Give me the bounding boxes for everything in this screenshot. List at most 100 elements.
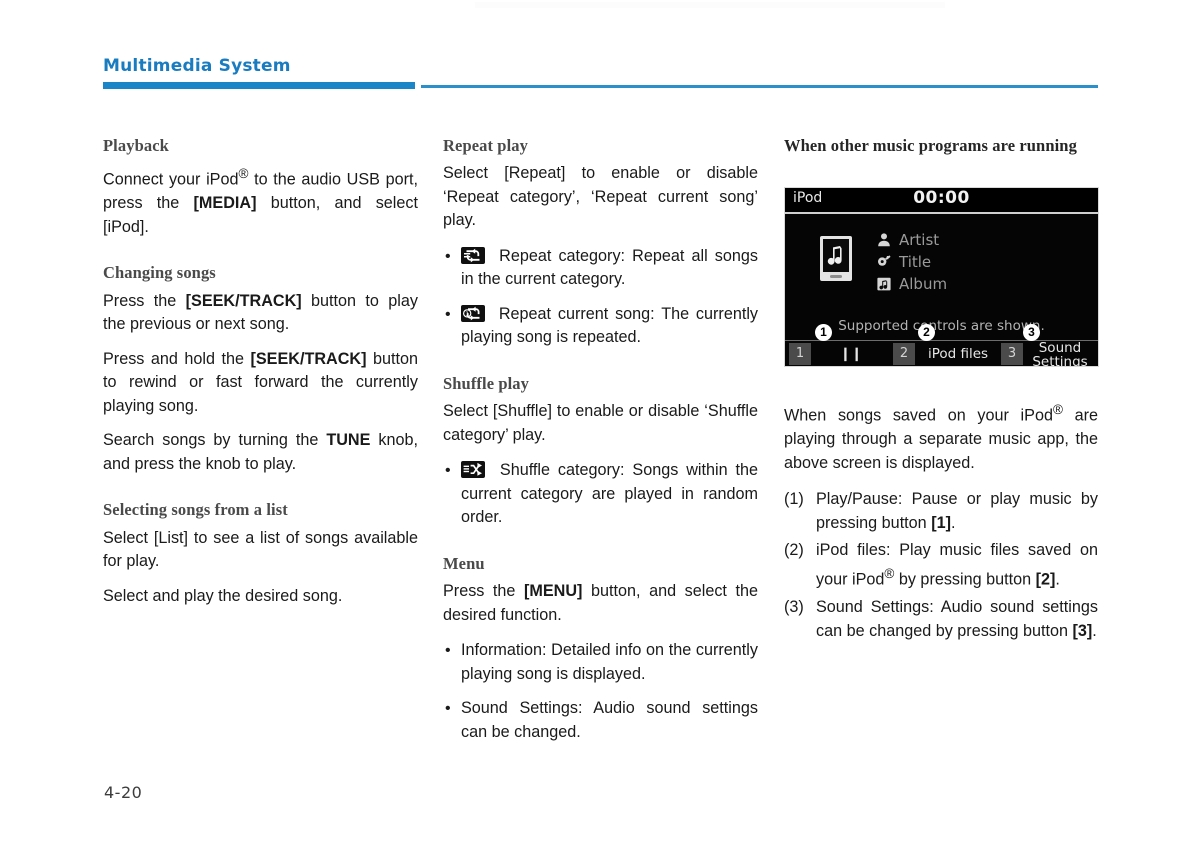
callout-marker-2: 2 xyxy=(918,324,935,341)
heading-other-music-programs: When other music programs are running xyxy=(784,136,1077,155)
list-item: • 1 Repeat current song: The currently p… xyxy=(443,303,758,350)
metadata-label-title: Title xyxy=(899,253,932,271)
metadata-row-album: Album xyxy=(873,273,1083,295)
page-header: Multimedia System xyxy=(103,56,1098,90)
album-art-placeholder-icon xyxy=(819,235,853,282)
shuffle-bullet-list: • Shuffle category: Songs within the cur… xyxy=(443,459,758,530)
registered-mark: ® xyxy=(238,166,249,182)
list-item: • Shuffle category: Songs within the cur… xyxy=(443,459,758,530)
list-item: • Sound Settings: Audio sound settings c… xyxy=(443,697,758,744)
cs2-a: Press and hold the xyxy=(103,349,251,368)
list-item: (2) iPod files: Play music files saved o… xyxy=(784,538,1098,591)
bullet-dot: • xyxy=(445,305,451,323)
list-item: (1) Play/Pause: Pause or play music by p… xyxy=(784,487,1098,535)
paragraph-changing-songs-3: Search songs by turning the TUNE knob, a… xyxy=(103,429,418,476)
item-number-3: (3) xyxy=(784,597,804,616)
numbered-control-list: (1) Play/Pause: Pause or play music by p… xyxy=(784,487,1098,642)
metadata-row-title: Title xyxy=(873,251,1083,273)
seek-track-ref-2: [SEEK/TRACK] xyxy=(250,349,367,368)
callout-marker-1: 1 xyxy=(815,324,832,341)
item-text-3-b: . xyxy=(1092,621,1097,640)
track-metadata-list: Artist Title Album xyxy=(873,229,1083,295)
repeat-one-text: Repeat current song: The currently playi… xyxy=(461,304,759,347)
button-ref-2: [2] xyxy=(1035,570,1056,589)
registered-mark: ® xyxy=(884,566,895,582)
media-button-ref: [MEDIA] xyxy=(193,194,257,213)
item-text-2-b: by pressing button xyxy=(894,570,1036,589)
item-number-1: (1) xyxy=(784,490,804,509)
item-text-3-a: Sound Settings: Audio sound settings can… xyxy=(816,597,1098,640)
chapter-title: Multimedia System xyxy=(103,56,291,76)
heading-changing-songs: Changing songs xyxy=(103,263,216,283)
list-item: (3) Sound Settings: Audio sound settings… xyxy=(784,595,1098,643)
page-number: 4-20 xyxy=(104,783,143,802)
registered-mark: ® xyxy=(1052,402,1063,418)
heading-menu: Menu xyxy=(443,553,485,573)
paragraph-changing-songs-1: Press the [SEEK/TRACK] button to play th… xyxy=(103,290,418,337)
toolbar-key-3[interactable]: 3 xyxy=(1001,343,1023,365)
intro-a: When songs saved on your iPod xyxy=(784,406,1053,425)
tune-knob-ref: TUNE xyxy=(326,431,371,450)
paragraph-changing-songs-2: Press and hold the [SEEK/TRACK] button t… xyxy=(103,348,418,419)
page-top-scan-band xyxy=(475,2,945,8)
bullet-dot: • xyxy=(445,247,451,265)
paragraph-menu-intro: Press the [MENU] button, and select the … xyxy=(443,580,758,627)
menu-item-sound-settings: Sound Settings: Audio sound settings can… xyxy=(461,699,758,741)
screen-body: Artist Title Album Supported controls ar… xyxy=(785,214,1098,366)
header-rule-thin xyxy=(421,85,1098,88)
heading-repeat-play: Repeat play xyxy=(443,136,528,155)
menu-item-information: Information: Detailed info on the curren… xyxy=(461,641,758,683)
repeat-category-text: Repeat category: Repeat all songs in the… xyxy=(461,246,758,289)
menu-button-ref: [MENU] xyxy=(524,582,583,601)
menu-intro-a: Press the xyxy=(443,582,524,601)
toolbar-sound-settings-button[interactable]: Sound Settings xyxy=(1025,339,1095,366)
head-unit-screen: iPod 00:00 Artist Title Album Supported … xyxy=(784,187,1099,367)
heading-shuffle-play: Shuffle play xyxy=(443,373,530,393)
paragraph-shuffle-intro: Select [Shuffle] to enable or disable ‘S… xyxy=(443,402,758,444)
paragraph-selecting-songs-2: Select and play the desired song. xyxy=(103,586,343,605)
toolbar-key-1[interactable]: 1 xyxy=(789,343,811,365)
paragraph-repeat-intro: Select [Repeat] to enable or disable ‘Re… xyxy=(443,164,758,230)
metadata-label-artist: Artist xyxy=(899,231,940,249)
paragraph-selecting-songs-1: Select [List] to see a list of songs ava… xyxy=(103,528,418,571)
shuffle-category-text: Shuffle category: Songs within the curre… xyxy=(461,461,758,527)
heading-selecting-songs: Selecting songs from a list xyxy=(103,500,288,520)
metadata-label-album: Album xyxy=(899,275,948,293)
header-rule-thick xyxy=(103,82,415,89)
person-icon xyxy=(875,231,893,249)
bullet-dot: • xyxy=(445,700,451,718)
bullet-dot: • xyxy=(445,642,451,660)
item-text-1-b: . xyxy=(950,514,956,533)
item-text-2-c: . xyxy=(1055,570,1060,589)
metadata-row-artist: Artist xyxy=(873,229,1083,251)
shuffle-category-icon xyxy=(461,461,485,479)
note-tag-icon xyxy=(875,253,893,271)
callout-marker-3: 3 xyxy=(1023,324,1040,341)
screen-clock: 00:00 xyxy=(913,188,970,208)
repeat-category-icon xyxy=(461,246,485,264)
list-item: • Information: Detailed info on the curr… xyxy=(443,639,758,686)
paragraph-playback: Connect your iPod® to the audio USB port… xyxy=(103,162,418,239)
album-icon xyxy=(875,275,893,293)
seek-track-ref-1: [SEEK/TRACK] xyxy=(185,291,302,310)
playback-text-part-a: Connect your iPod xyxy=(103,170,239,189)
repeat-one-icon: 1 xyxy=(461,304,485,322)
column-two: Repeat play Select [Repeat] to enable or… xyxy=(443,136,758,744)
column-three: When other music programs are running iP… xyxy=(784,136,1099,646)
column-one: Playback Connect your iPod® to the audio… xyxy=(103,136,418,608)
toolbar-key-2[interactable]: 2 xyxy=(893,343,915,365)
menu-bullet-list: • Information: Detailed info on the curr… xyxy=(443,639,758,744)
list-item: • Repeat category: Repeat all songs in t… xyxy=(443,245,758,292)
paragraph-other-programs-intro: When songs saved on your iPod® are playi… xyxy=(784,398,1098,475)
toolbar-play-pause-button[interactable]: ❙❙ xyxy=(815,343,887,365)
toolbar-ipod-files-button[interactable]: iPod files xyxy=(919,343,997,365)
svg-text:1: 1 xyxy=(465,310,469,318)
screen-toolbar: 1 ❙❙ 2 iPod files 3 Sound Settings xyxy=(785,339,1098,366)
cs3-a: Search songs by turning the xyxy=(103,431,327,450)
item-number-2: (2) xyxy=(784,541,804,560)
repeat-bullet-list: • Repeat category: Repeat all songs in t… xyxy=(443,245,758,350)
item-text-1-a: Play/Pause: Pause or play music by press… xyxy=(816,490,1098,533)
button-ref-1: [1] xyxy=(931,514,951,533)
heading-playback: Playback xyxy=(103,136,169,155)
bullet-dot: • xyxy=(445,462,451,480)
